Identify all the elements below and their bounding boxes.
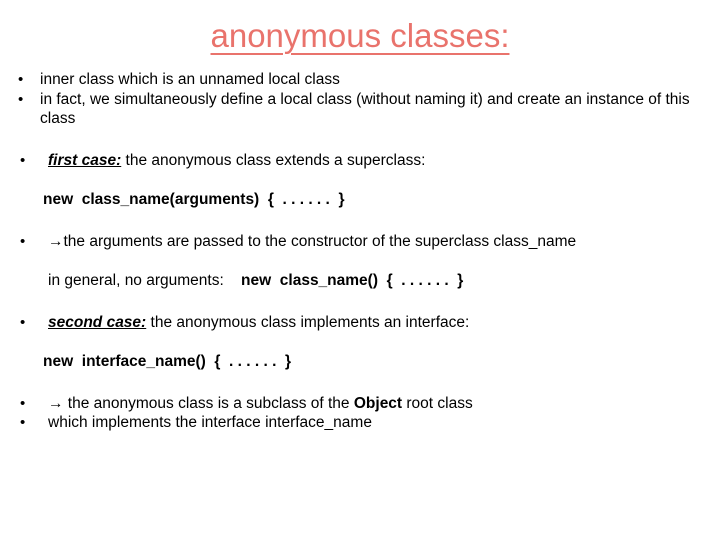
in-general-label: in general, no arguments:: [48, 272, 224, 289]
bullet-which-implements: • which implements the interface interfa…: [0, 413, 720, 433]
bullet-object-root-class-text: → the anonymous class is a subclass of t…: [48, 394, 720, 414]
bullet-dot-icon: •: [18, 90, 24, 108]
bullet-inner-class-text: inner class which is an unnamed local cl…: [40, 71, 340, 88]
first-case-rest: the anonymous class extends a superclass…: [121, 151, 426, 169]
code-new-class-name-arguments: new class_name(arguments) { . . . . . . …: [43, 191, 345, 208]
bullet-arguments-passed: • →the arguments are passed to the const…: [0, 232, 720, 252]
second-case-rest: the anonymous class implements an interf…: [146, 313, 470, 331]
bullet-dot-icon: •: [20, 313, 26, 331]
bullet-in-fact: • in fact, we simultaneously define a lo…: [0, 90, 720, 129]
bullet-in-fact-text: in fact, we simultaneously define a loca…: [40, 90, 690, 128]
bullet-which-implements-text: which implements the interface interface…: [48, 414, 372, 431]
code-new-interface-name: new interface_name() { . . . . . . }: [43, 353, 292, 370]
page-title-label: anonymous classes:: [210, 17, 510, 54]
slide-canvas: anonymous classes: • inner class which i…: [0, 0, 720, 540]
first-case-label: first case:: [48, 151, 122, 169]
bullet-first-case: • first case: the anonymous class extend…: [0, 151, 720, 171]
object-root-post: root class: [402, 394, 473, 412]
page-title: anonymous classes:: [0, 17, 720, 55]
spacing: [224, 272, 241, 289]
bullet-dot-icon: •: [20, 151, 26, 169]
bullet-dot-icon: •: [20, 232, 26, 250]
bullet-dot-icon: •: [18, 71, 24, 88]
object-root-pre: the anonymous class is a subclass of the: [63, 394, 354, 412]
bullet-arguments-passed-text: →the arguments are passed to the constru…: [48, 232, 720, 252]
bullet-second-case: • second case: the anonymous class imple…: [0, 313, 720, 333]
object-keyword: Object: [353, 394, 403, 412]
arrow-right-icon: →: [48, 394, 64, 412]
bullet-object-root-class: • → the anonymous class is a subclass of…: [0, 394, 720, 414]
arguments-passed-label: the arguments are passed to the construc…: [63, 232, 577, 250]
second-case-label: second case:: [48, 313, 147, 331]
bullet-dot-icon: •: [20, 394, 26, 412]
page-title-text: anonymous classes:: [211, 17, 510, 54]
bullet-dot-icon: •: [20, 414, 26, 431]
bullet-first-case-text: first case: the anonymous class extends …: [48, 151, 720, 171]
code-new-class-name-noargs: new class_name() { . . . . . . }: [241, 272, 464, 289]
bullet-inner-class: • inner class which is an unnamed local …: [0, 70, 720, 90]
slide-body: • inner class which is an unnamed local …: [0, 70, 720, 433]
bullet-second-case-text: second case: the anonymous class impleme…: [48, 313, 720, 333]
arrow-right-icon: →: [48, 232, 64, 250]
in-general-line: in general, no arguments: new class_name…: [0, 271, 720, 291]
